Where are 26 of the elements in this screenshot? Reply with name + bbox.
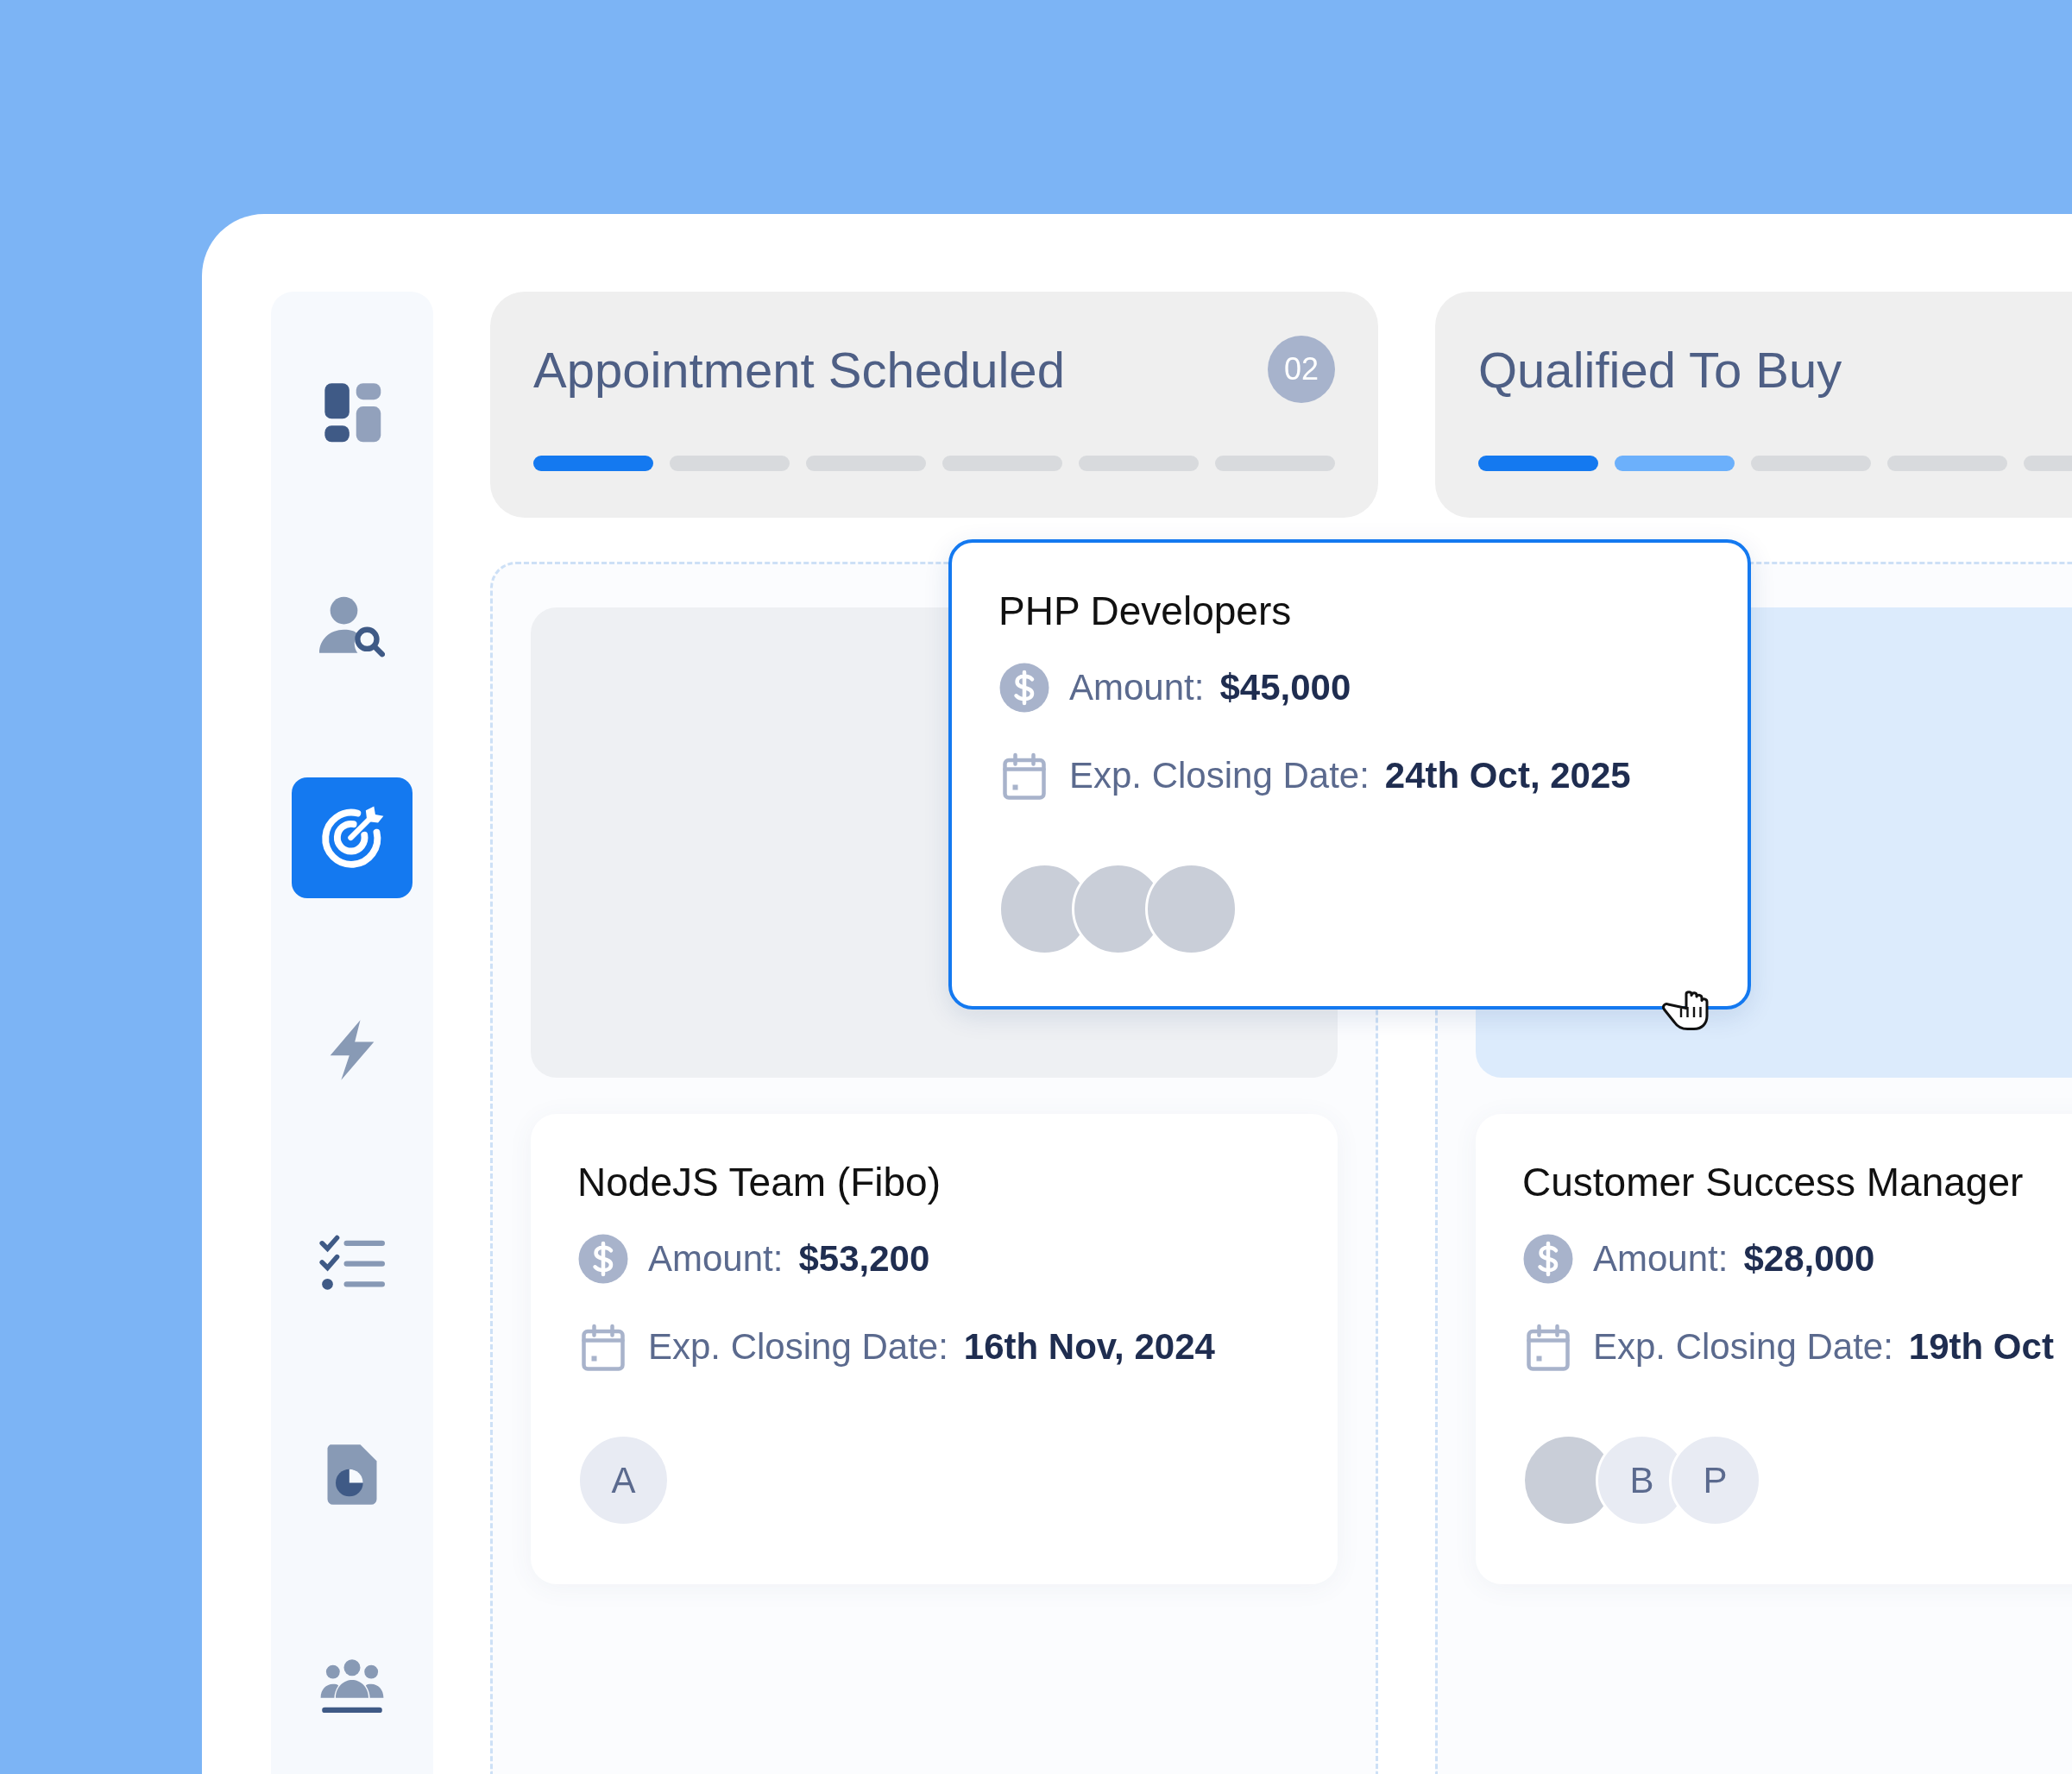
amount-label: Amount: [1069,667,1205,709]
closing-date-value: 24th Oct, 2025 [1384,755,1631,797]
amount-label: Amount: [1593,1238,1729,1280]
dollar-icon [1522,1233,1574,1286]
dragged-deal-card[interactable]: PHP Developers Amount: $45,000 Exp. Closing Date: 24th Oct, 2025 [948,539,1751,1010]
closing-date-label: Exp. Closing Date: [1069,755,1370,797]
deal-title: NodeJS Team (Fibo) [577,1159,942,1206]
closing-date-label: Exp. Closing Date: [1593,1326,1893,1368]
deal-title: Customer Success Manager [1522,1159,2025,1206]
stage-title: Qualified To Buy [1478,340,1842,399]
amount-label: Amount: [648,1238,784,1280]
closing-date-value: 16th Nov, 2024 [963,1326,1215,1368]
closing-date-value: 19th Oct [1908,1326,2054,1368]
amount-value: $53,200 [798,1238,930,1280]
sidebar-item[interactable] [292,777,413,898]
dollar-icon [577,1233,629,1286]
closing-date-label: Exp. Closing Date: [648,1326,948,1368]
amount-value: $45,000 [1219,667,1351,709]
dollar-icon [998,662,1050,714]
deal-card[interactable]: NodeJS Team (Fibo) Amount: $53,200 Exp. Closing Date: 16th Nov, 2024 A [531,1114,1338,1584]
deal-card[interactable]: Customer Success Manager Amount: $28,000 Exp. Closing Date: 19th Oct B P [1476,1114,2072,1584]
deal-title: PHP Developers [998,588,1293,635]
amount-value: $28,000 [1743,1238,1875,1280]
target-icon [319,805,385,871]
stage-title: Appointment Scheduled [533,340,1065,399]
count-badge: 02 [1268,336,1335,403]
